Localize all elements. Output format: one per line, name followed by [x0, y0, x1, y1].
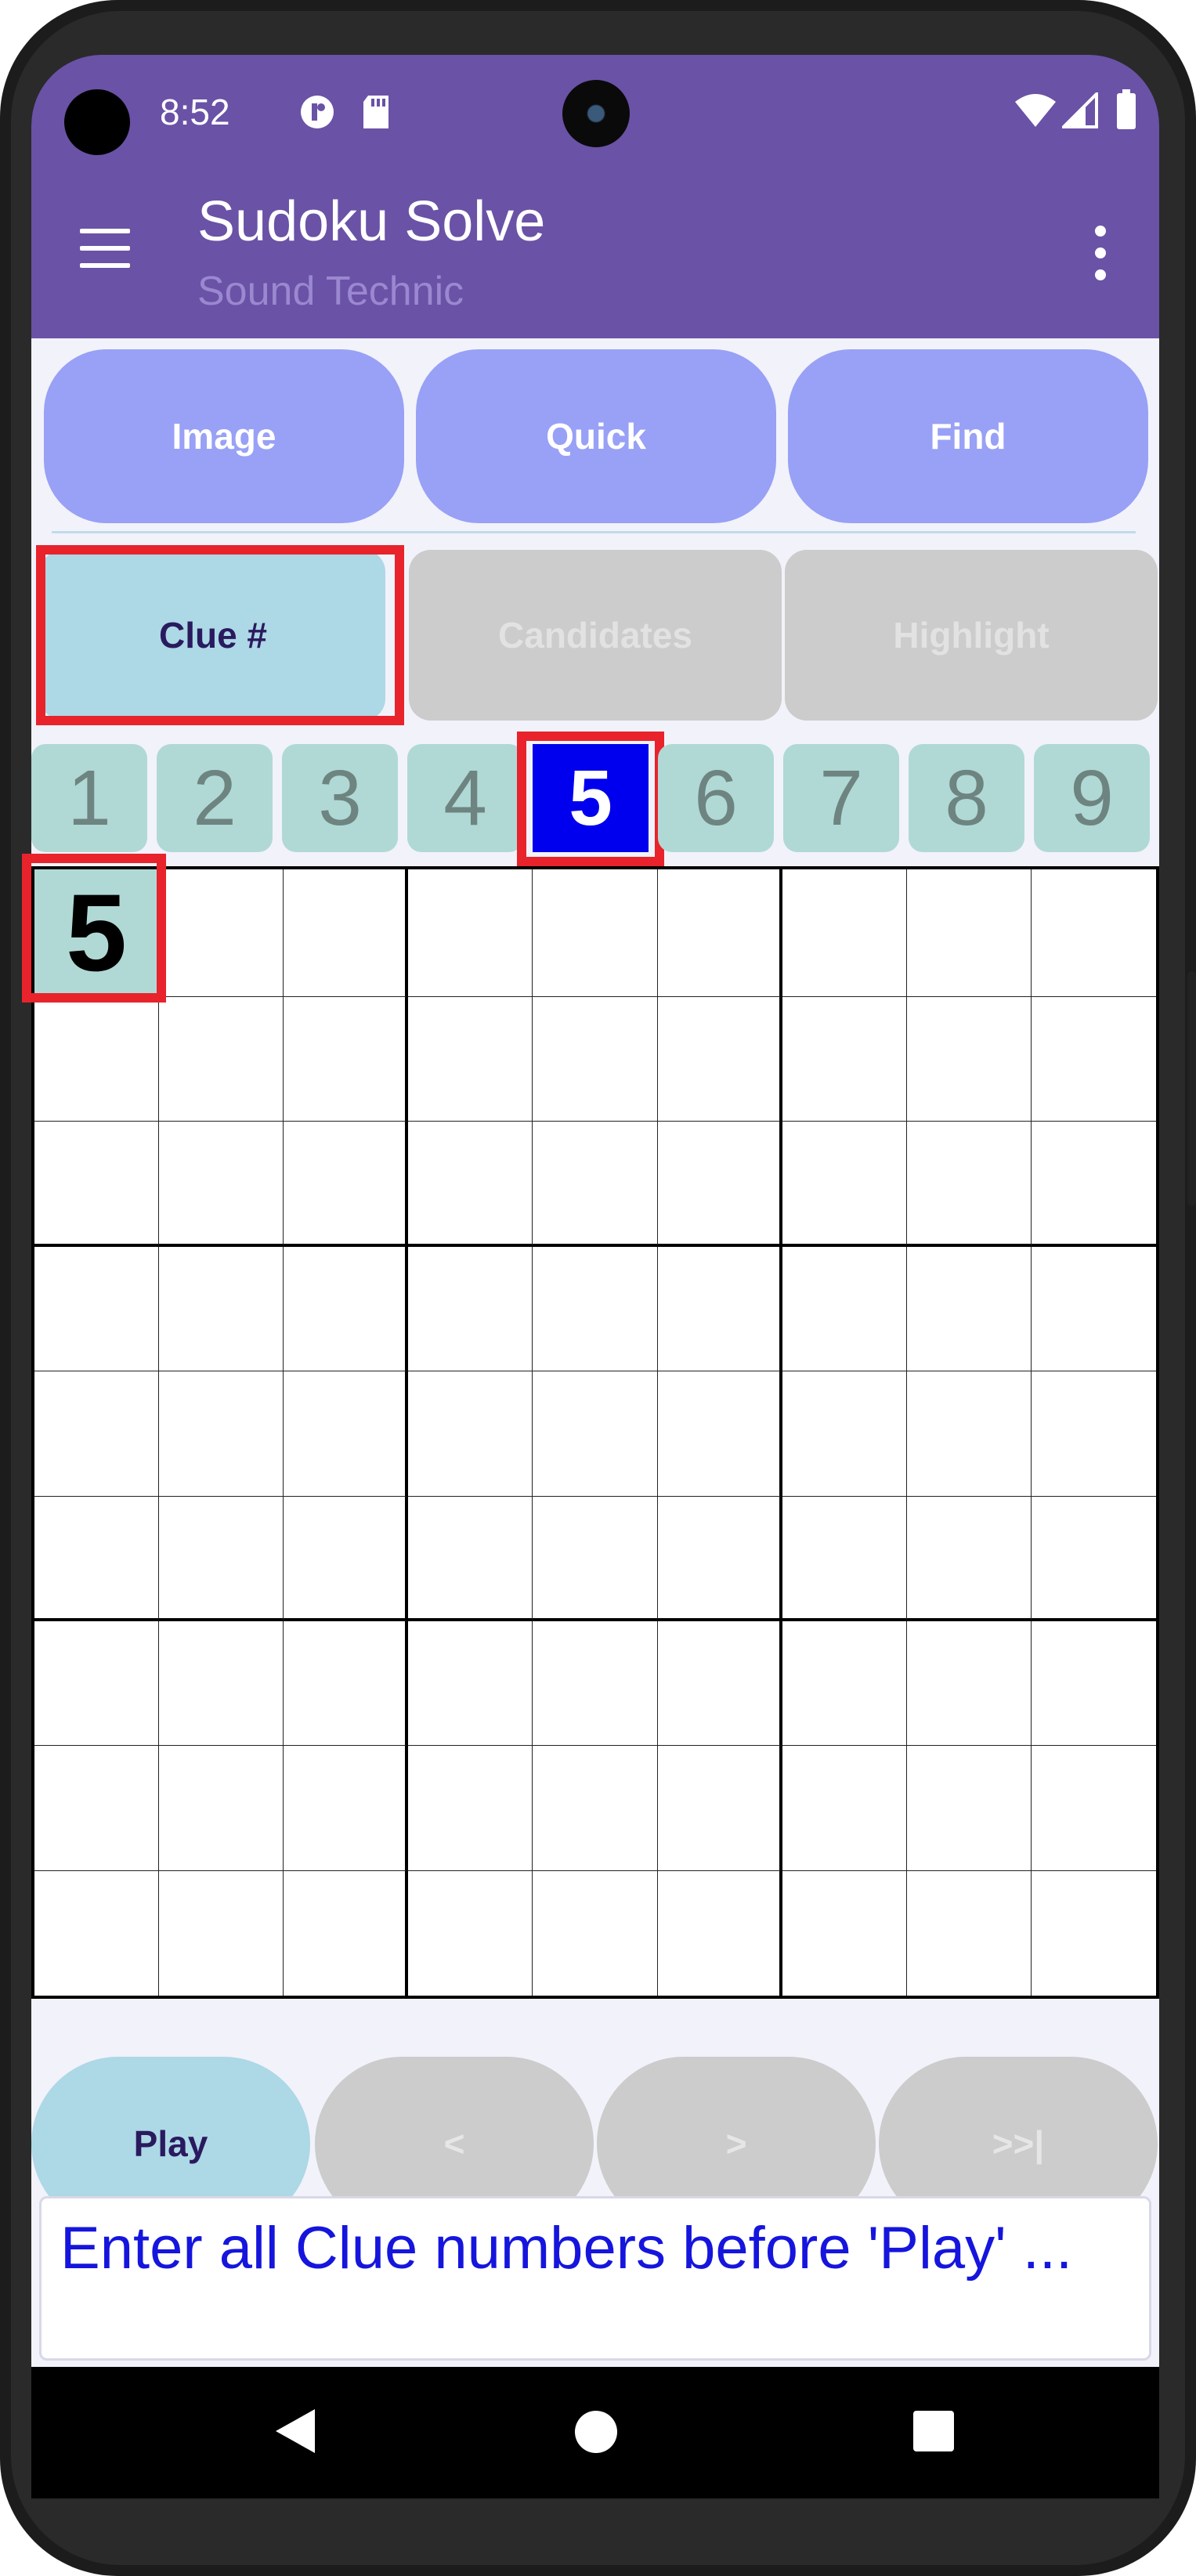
message-box: Enter all Clue numbers before 'Play' ...	[39, 2196, 1151, 2361]
navigation-bar	[31, 2367, 1159, 2498]
volume-button	[1187, 971, 1196, 1206]
back-icon[interactable]	[276, 2409, 315, 2453]
recent-apps-icon[interactable]	[913, 2411, 954, 2451]
status-message: Enter all Clue numbers before 'Play' ...	[60, 2215, 1073, 2282]
bottom-controls: Play < > >>| Enter all Clue numbers befo…	[31, 55, 1159, 2475]
home-icon[interactable]	[575, 2411, 617, 2453]
